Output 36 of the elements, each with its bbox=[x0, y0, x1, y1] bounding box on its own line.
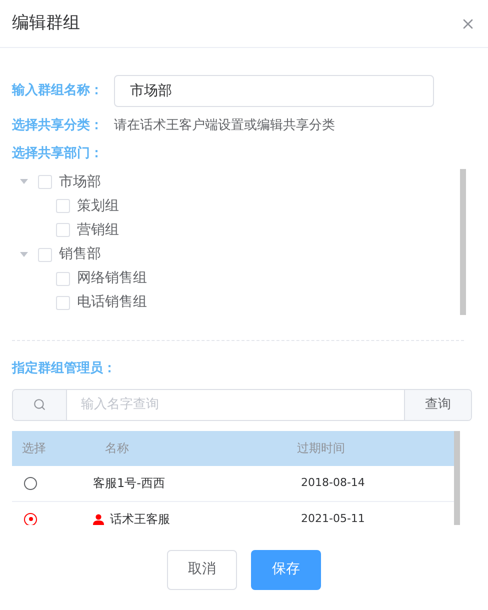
checkbox[interactable] bbox=[38, 175, 52, 190]
column-header: 名称 bbox=[105, 440, 130, 457]
checkbox[interactable] bbox=[56, 199, 70, 214]
group-name-field[interactable]: 市场部 bbox=[114, 75, 434, 107]
checkbox[interactable] bbox=[56, 272, 70, 286]
checkbox[interactable] bbox=[38, 248, 52, 262]
radio-button[interactable] bbox=[24, 512, 37, 524]
tree-item-label[interactable]: 策划组 bbox=[77, 196, 119, 217]
caret-icon[interactable] bbox=[20, 179, 28, 186]
dialog-title: 编辑群组 bbox=[12, 12, 80, 35]
table-cell-text: 2018-08-14 bbox=[301, 474, 365, 491]
cancel-button[interactable]: 取消 bbox=[167, 550, 237, 590]
field-label: 输入群组名称： bbox=[12, 82, 104, 100]
table-cell: 2021-05-11 bbox=[301, 510, 365, 524]
checkbox[interactable] bbox=[56, 223, 70, 238]
caret-icon[interactable] bbox=[20, 252, 28, 258]
radio-button[interactable] bbox=[24, 476, 37, 490]
tree-item-label[interactable]: 网络销售组 bbox=[77, 268, 147, 290]
search-field[interactable]: 输入名字查询 查询 bbox=[12, 388, 472, 420]
tree-item-label[interactable]: 电话销售组 bbox=[77, 292, 147, 314]
table-cell-text: 客服1号-西西 bbox=[93, 475, 165, 492]
table-cell-text: 话术王客服 bbox=[110, 511, 170, 524]
field-label: 选择共享分类： bbox=[12, 116, 104, 135]
column-header: 过期时间 bbox=[297, 440, 345, 457]
hint-text: 请在话术王客户端设置或编辑共享分类 bbox=[114, 117, 335, 135]
section-label: 选择共享部门： bbox=[12, 144, 104, 162]
tree-item-label[interactable]: 营销组 bbox=[77, 220, 119, 241]
search-icon bbox=[33, 398, 46, 411]
tree-item-label[interactable]: 销售部 bbox=[59, 244, 101, 266]
section-label: 指定群组管理员： bbox=[12, 360, 117, 378]
scrollbar[interactable] bbox=[460, 169, 466, 315]
search-button[interactable]: 查询 bbox=[404, 390, 471, 420]
tree-item-label[interactable]: 市场部 bbox=[59, 172, 101, 193]
checkbox[interactable] bbox=[56, 296, 70, 310]
column-header: 选择 bbox=[22, 440, 46, 457]
scrollbar[interactable] bbox=[454, 430, 460, 524]
